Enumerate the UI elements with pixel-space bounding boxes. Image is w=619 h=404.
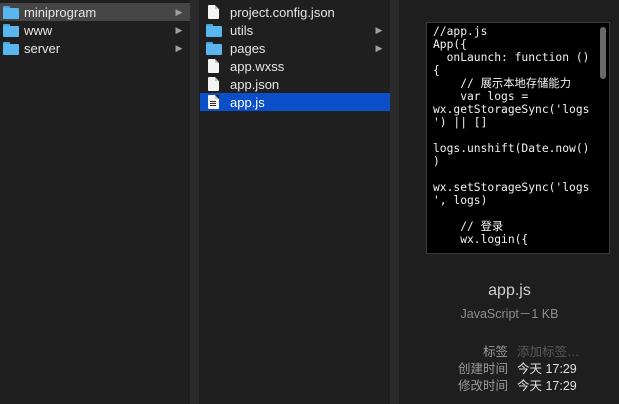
column-resize-handle[interactable]	[191, 0, 199, 404]
list-item-server[interactable]: server ▶	[0, 39, 190, 57]
meta-value: 今天 17:29	[517, 379, 577, 393]
folder-icon	[3, 41, 19, 55]
list-item-miniprogram[interactable]: miniprogram ▶	[0, 3, 190, 21]
list-item-project-config[interactable]: project.config.json	[200, 3, 390, 21]
item-label: app.wxss	[230, 58, 285, 74]
item-label: server	[24, 40, 61, 56]
item-label: miniprogram	[24, 4, 97, 20]
preview-pane: //app.js App({ onLaunch: function () { /…	[400, 0, 619, 404]
item-label: www	[24, 22, 53, 38]
item-label: utils	[230, 22, 254, 38]
item-label: pages	[230, 40, 266, 56]
folder-icon	[206, 23, 222, 37]
code-preview[interactable]: //app.js App({ onLaunch: function () { /…	[426, 22, 610, 254]
column-miniprogram: project.config.json utils ▶ pages ▶ app.…	[200, 0, 391, 404]
column-resize-handle[interactable]	[391, 0, 399, 404]
chevron-right-icon: ▶	[175, 24, 183, 35]
list-item-utils[interactable]: utils ▶	[200, 21, 390, 39]
column-root: miniprogram ▶ www ▶ server ▶	[0, 0, 191, 404]
code-text: //app.js App({ onLaunch: function () { /…	[433, 25, 590, 246]
preview-filename: app.js	[488, 282, 531, 299]
list-item-www[interactable]: www ▶	[0, 21, 190, 39]
document-icon	[206, 77, 222, 91]
folder-icon	[3, 23, 19, 37]
chevron-right-icon: ▶	[175, 6, 183, 17]
preview-filetype: JavaScript－1 KB	[460, 307, 559, 321]
document-icon	[206, 59, 222, 73]
list-item-app-wxss[interactable]: app.wxss	[200, 57, 390, 75]
list-item-app-json[interactable]: app.json	[200, 75, 390, 93]
item-label: app.json	[230, 76, 280, 92]
folder-icon	[206, 41, 222, 55]
list-item-pages[interactable]: pages ▶	[200, 39, 390, 57]
list-item-app-js[interactable]: app.js	[200, 93, 390, 111]
chevron-right-icon: ▶	[375, 24, 383, 35]
item-label: project.config.json	[230, 4, 335, 20]
chevron-right-icon: ▶	[175, 42, 183, 53]
meta-label: 修改时间	[457, 379, 508, 393]
chevron-right-icon: ▶	[375, 42, 383, 53]
scrollbar[interactable]	[600, 27, 606, 79]
script-file-icon	[206, 95, 222, 109]
document-icon	[206, 5, 222, 19]
item-label: app.js	[230, 94, 265, 110]
folder-icon	[3, 5, 19, 19]
